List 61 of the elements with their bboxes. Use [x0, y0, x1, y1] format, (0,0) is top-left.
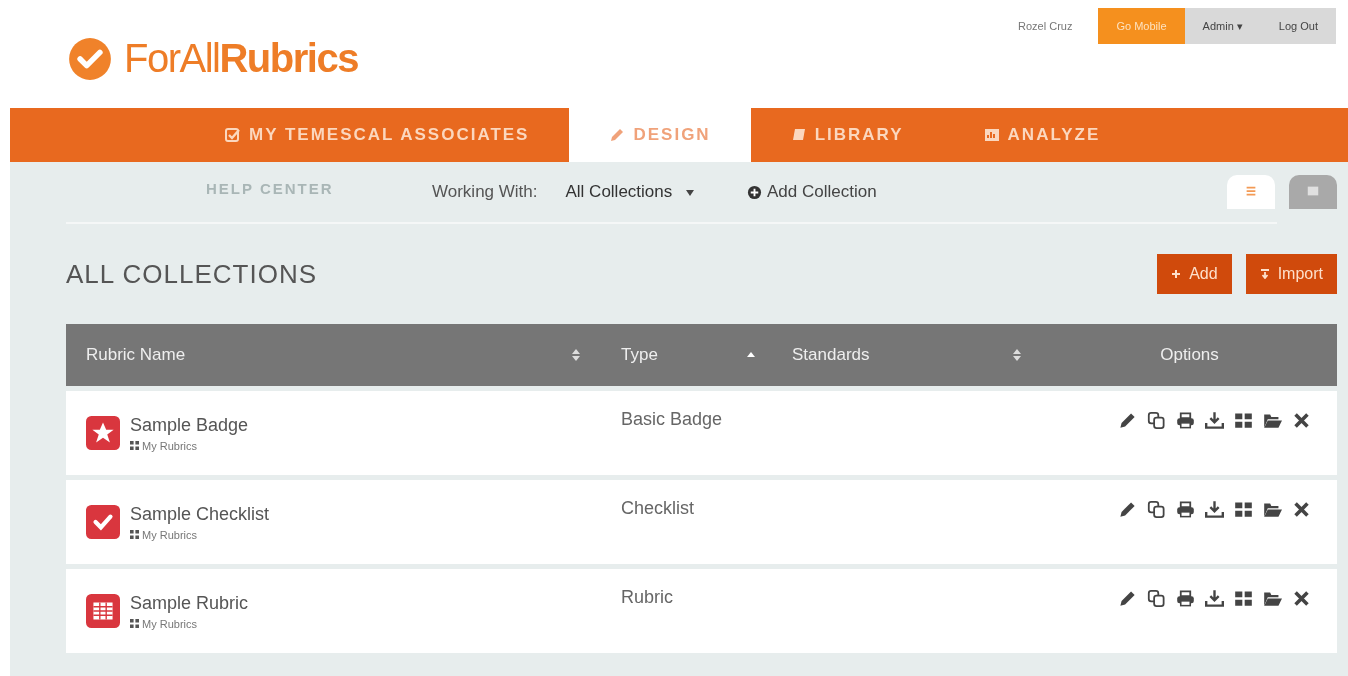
download-icon[interactable]	[1205, 500, 1224, 519]
grid-icon	[130, 441, 139, 450]
header-button[interactable]: Log Out	[1260, 8, 1336, 44]
header-button[interactable]: Admin ▾	[1184, 8, 1261, 44]
pencil-icon	[609, 127, 626, 143]
collection-dropdown[interactable]: All Collections	[559, 181, 701, 203]
column-header[interactable]: Standards	[792, 345, 870, 365]
delete-icon[interactable]	[1292, 589, 1311, 608]
print-icon[interactable]	[1176, 500, 1195, 519]
download-icon[interactable]	[1205, 411, 1224, 430]
checkbox-icon	[225, 127, 241, 143]
edit-icon[interactable]	[1118, 589, 1137, 608]
book-icon	[790, 127, 807, 143]
nav-tab[interactable]: DESIGN	[569, 108, 751, 162]
column-header[interactable]: Options	[1160, 345, 1219, 365]
rubric-name[interactable]: Sample Badge	[130, 414, 249, 436]
logo-text: ForAllRubrics	[124, 36, 358, 81]
rubric-type: Rubric	[621, 587, 673, 608]
collection-name: My Rubrics	[142, 617, 197, 630]
sort-icon[interactable]	[571, 348, 581, 362]
nav-tab[interactable]: MY TEMESCAL ASSOCIATES	[185, 108, 570, 162]
rubric-name[interactable]: Sample Checklist	[130, 503, 270, 525]
chart-icon	[983, 127, 1000, 143]
copy-icon[interactable]	[1147, 500, 1166, 519]
grid-icon	[130, 619, 139, 628]
grid-icon[interactable]	[1234, 500, 1253, 519]
grid-icon	[130, 530, 139, 539]
collection-name: My Rubrics	[142, 528, 197, 541]
delete-icon[interactable]	[1292, 500, 1311, 519]
check-circle-icon	[68, 36, 112, 81]
plus-icon	[1171, 269, 1182, 279]
copy-icon[interactable]	[1147, 411, 1166, 430]
action-button[interactable]: Add	[1157, 254, 1232, 294]
action-button[interactable]: Import	[1245, 254, 1337, 294]
print-icon[interactable]	[1176, 411, 1195, 430]
nav-tab[interactable]: ANALYZE	[943, 108, 1141, 162]
edit-icon[interactable]	[1118, 411, 1137, 430]
copy-icon[interactable]	[1147, 589, 1166, 608]
page-heading: ALL COLLECTIONS	[66, 258, 317, 290]
working-with-label: Working With:	[432, 182, 538, 202]
rubric-type: Checklist	[621, 498, 695, 519]
column-header[interactable]: Rubric Name	[86, 345, 186, 365]
edit-icon[interactable]	[1118, 500, 1137, 519]
delete-icon[interactable]	[1292, 411, 1311, 430]
rubric-type: Basic Badge	[621, 409, 723, 430]
grid-icon[interactable]	[1234, 411, 1253, 430]
rubric-name[interactable]: Sample Rubric	[130, 592, 249, 614]
column-header[interactable]: Type	[621, 345, 658, 365]
caret-icon	[685, 189, 695, 197]
import-icon	[1259, 269, 1270, 279]
table-icon	[86, 594, 120, 628]
user-name: Rozel Cruz	[1018, 20, 1073, 32]
grid-icon[interactable]	[1234, 589, 1253, 608]
checkmark-icon	[86, 505, 120, 539]
nav-tab[interactable]: LIBRARY	[750, 108, 944, 162]
add-collection-button[interactable]: Add Collection	[741, 181, 883, 203]
sort-icon[interactable]	[1012, 348, 1022, 362]
print-icon[interactable]	[1176, 589, 1195, 608]
collection-name: My Rubrics	[142, 439, 197, 452]
download-icon[interactable]	[1205, 589, 1224, 608]
plus-circle-icon	[747, 184, 762, 200]
